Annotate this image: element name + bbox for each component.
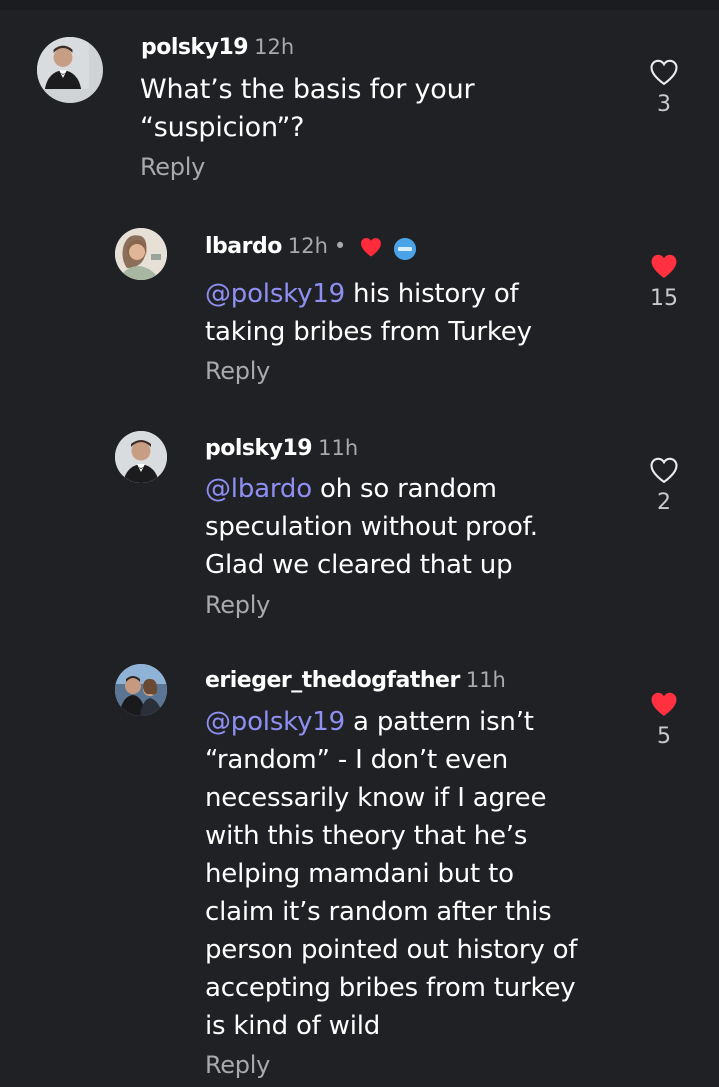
reply-button[interactable]: Reply (205, 357, 270, 385)
verified-badge-icon (394, 237, 417, 260)
reply-button[interactable]: Reply (140, 153, 205, 181)
mention-link[interactable]: @lbardo (205, 474, 312, 504)
heart-outline-icon (650, 59, 678, 86)
username[interactable]: lbardo (205, 234, 282, 259)
reply-button[interactable]: Reply (205, 591, 270, 619)
heart-filled-icon (651, 692, 677, 716)
comment-meta: erieger_thedogfather 11h (205, 668, 506, 693)
timestamp: 12h (287, 234, 328, 258)
heart-filled-icon (651, 254, 677, 278)
mention-link[interactable]: @polsky19 (205, 707, 345, 737)
like-button[interactable]: 15 (644, 252, 684, 311)
avatar[interactable] (115, 228, 167, 280)
heart-badge-icon (359, 236, 383, 262)
like-button[interactable]: 5 (644, 690, 684, 749)
like-count: 5 (657, 724, 671, 749)
mention-link[interactable]: @polsky19 (205, 279, 345, 309)
top-divider (0, 0, 719, 10)
comment-text: @polsky19 his history of taking bribes f… (205, 275, 575, 351)
avatar-image (115, 664, 167, 716)
timestamp: 12h (254, 35, 295, 59)
comment-meta: polsky19 11h (205, 436, 358, 461)
timestamp: 11h (318, 436, 359, 460)
avatar-image (115, 228, 167, 280)
separator-dot: • (333, 234, 347, 258)
avatar[interactable] (115, 431, 167, 483)
like-button[interactable]: 2 (644, 456, 684, 515)
avatar-image (115, 431, 167, 483)
comment-body: a pattern isn’t “random” - I don’t even … (205, 707, 578, 1041)
like-count: 15 (650, 286, 678, 311)
avatar-image (37, 37, 89, 89)
like-count: 3 (657, 92, 671, 117)
comment-meta: polsky19 12h (141, 35, 294, 60)
like-button[interactable]: 3 (644, 58, 684, 117)
reply-button[interactable]: Reply (205, 1051, 270, 1079)
comment-text: @polsky19 a pattern isn’t “random” - I d… (205, 703, 585, 1045)
comment-meta: lbardo 12h • (205, 234, 417, 262)
heart-outline-icon (650, 457, 678, 484)
avatar[interactable] (115, 664, 167, 716)
avatar[interactable] (37, 37, 103, 103)
timestamp: 11h (465, 668, 506, 692)
comment-text: @lbardo oh so random speculation without… (205, 470, 585, 584)
comment-text: What’s the basis for your “suspicion”? (140, 74, 475, 143)
username[interactable]: erieger_thedogfather (205, 668, 460, 693)
username[interactable]: polsky19 (205, 436, 313, 461)
like-count: 2 (657, 490, 671, 515)
username[interactable]: polsky19 (141, 35, 249, 60)
